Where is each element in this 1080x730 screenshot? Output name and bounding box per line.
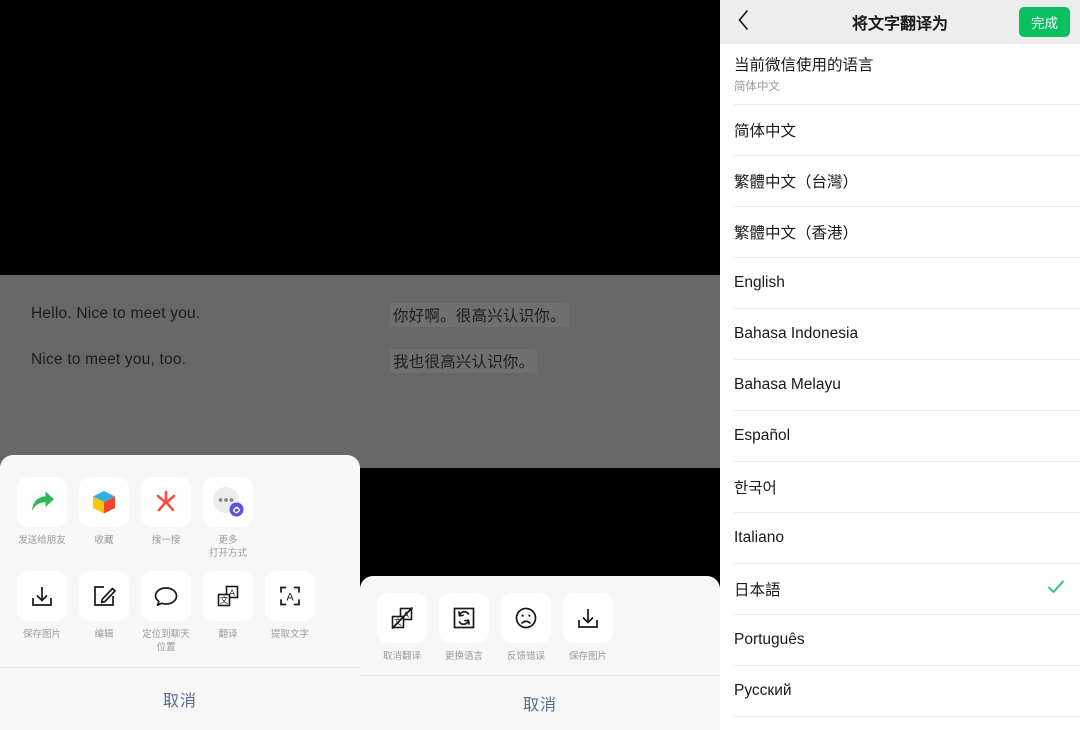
photo-translation-overlay[interactable]: Hello. Nice to meet you. Nice to meet yo… <box>0 275 720 468</box>
share-sheet-cancel-button[interactable]: 取消 <box>0 668 360 711</box>
action-favorites[interactable]: 收藏 <box>73 477 135 560</box>
extract-text-icon: A <box>265 571 315 621</box>
language-list: 简体中文繁體中文（台灣） 繁體中文（香港） English Bahasa Indone… <box>720 105 1080 730</box>
back-button[interactable] <box>730 0 756 44</box>
svg-text:A: A <box>286 592 294 604</box>
language-cell[interactable]: Italiano <box>720 513 1080 563</box>
cancel-translate-icon: A 文 <box>377 593 427 643</box>
action-edit[interactable]: 编辑 <box>73 571 135 654</box>
action-translate[interactable]: A 文 翻译 <box>197 571 259 654</box>
current-language-cell: 当前微信使用的语言 简体中文 <box>720 44 1080 104</box>
download-icon <box>17 571 67 621</box>
share-sheet-row-2: 保存图片 编辑 定位到聊天 位置 A 文 翻译 A 提取文字 <box>0 560 360 654</box>
sad-face-icon <box>501 593 551 643</box>
share-sheet-row-1: 发送给朋友 收藏 搜一搜 更多 打开方式 <box>0 455 360 560</box>
language-cell[interactable]: ภาษาไทย <box>720 717 1080 730</box>
language-name: 日本語 <box>734 582 781 599</box>
language-name: 한국어 <box>734 480 777 497</box>
action-label: 更换语言 <box>444 651 483 662</box>
action-label: 提取文字 <box>270 629 309 640</box>
language-cell[interactable]: Português <box>720 615 1080 665</box>
action-label: 反馈错误 <box>506 651 545 662</box>
download-icon <box>563 593 613 643</box>
action-label: 保存图片 <box>568 651 607 662</box>
action-label: 定位到聊天 位置 <box>142 629 190 653</box>
translate-action-sheet: A 文 取消翻译 <box>360 576 720 730</box>
screenshot-root: Hello. Nice to meet you. Nice to meet yo… <box>0 0 1080 730</box>
action-label: 搜一搜 <box>151 535 181 546</box>
translate-sheet-row-1: A 文 取消翻译 <box>360 576 720 663</box>
language-cell[interactable]: 日本語 <box>720 564 1080 614</box>
photo-translated-line: 我也很高兴认识你。 <box>390 349 538 373</box>
language-name: Bahasa Melayu <box>734 376 841 393</box>
language-cell[interactable]: 한국어 <box>720 462 1080 512</box>
language-name: 繁體中文（台灣） <box>734 174 859 191</box>
language-cell[interactable]: Bahasa Indonesia <box>720 309 1080 359</box>
svg-text:文: 文 <box>220 595 229 605</box>
action-cancel-translation[interactable]: A 文 取消翻译 <box>371 593 433 663</box>
translate-icon: A 文 <box>203 571 253 621</box>
action-send-to-friend[interactable]: 发送给朋友 <box>11 477 73 560</box>
photo-source-line: Nice to meet you, too. <box>31 351 187 368</box>
action-label: 更多 打开方式 <box>208 535 247 559</box>
right-screen-language-picker: 将文字翻译为 完成 当前微信使用的语言 简体中文 简体中文繁體中文（台灣） 繁體中… <box>720 0 1080 730</box>
language-name: 简体中文 <box>734 123 797 140</box>
share-action-sheet: 发送给朋友 收藏 搜一搜 更多 打开方式 保存图片 编辑 定位到聊天 位置 A … <box>0 455 360 730</box>
search-asterisk-icon <box>141 477 191 527</box>
language-name: Bahasa Indonesia <box>734 325 859 342</box>
more-options-icon <box>203 477 253 527</box>
translate-sheet-cancel-button[interactable]: 取消 <box>360 676 720 715</box>
action-label: 发送给朋友 <box>18 535 66 546</box>
action-label: 收藏 <box>94 535 114 546</box>
language-cell[interactable]: Bahasa Melayu <box>720 360 1080 410</box>
action-search[interactable]: 搜一搜 <box>135 477 197 560</box>
language-name: 繁體中文（香港） <box>734 225 859 242</box>
navbar: 将文字翻译为 完成 <box>720 0 1080 44</box>
language-cell[interactable]: 繁體中文（香港） <box>720 207 1080 257</box>
language-cell[interactable]: 繁體中文（台灣） <box>720 156 1080 206</box>
left-screen-image-viewer: Hello. Nice to meet you. Nice to meet yo… <box>0 0 720 730</box>
language-name: Italiano <box>734 529 784 546</box>
photo-source-line: Hello. Nice to meet you. <box>31 305 201 322</box>
action-more-open-with[interactable]: 更多 打开方式 <box>197 477 259 560</box>
checkmark-icon <box>1046 577 1066 602</box>
language-cell[interactable]: Русский <box>720 666 1080 716</box>
language-name: Русский <box>734 682 792 699</box>
current-language-title: 当前微信使用的语言 <box>734 57 874 74</box>
photo-translated-line: 你好啊。很高兴认识你。 <box>390 303 569 327</box>
language-cell[interactable]: 简体中文 <box>720 105 1080 155</box>
forward-arrow-icon <box>17 477 67 527</box>
edit-pencil-icon <box>79 571 129 621</box>
language-name: English <box>734 274 785 291</box>
action-label: 取消翻译 <box>382 651 421 662</box>
chevron-left-icon <box>737 9 750 36</box>
action-save-image-translate[interactable]: 保存图片 <box>557 593 619 663</box>
action-switch-language[interactable]: 更换语言 <box>433 593 495 663</box>
action-extract-text[interactable]: A 提取文字 <box>259 571 321 654</box>
favorites-cube-icon <box>79 477 129 527</box>
language-cell[interactable]: Español <box>720 411 1080 461</box>
action-save-image[interactable]: 保存图片 <box>11 571 73 654</box>
language-name: Español <box>734 427 791 444</box>
language-cell[interactable]: English <box>720 258 1080 308</box>
action-label: 编辑 <box>94 629 114 640</box>
action-report-error[interactable]: 反馈错误 <box>495 593 557 663</box>
action-label: 翻译 <box>218 629 238 640</box>
chat-bubble-icon <box>141 571 191 621</box>
action-locate-in-chat[interactable]: 定位到聊天 位置 <box>135 571 197 654</box>
language-name: Português <box>734 631 805 648</box>
current-language-value: 简体中文 <box>734 81 780 93</box>
switch-language-icon <box>439 593 489 643</box>
done-button[interactable]: 完成 <box>1019 7 1070 37</box>
action-label: 保存图片 <box>22 629 61 640</box>
